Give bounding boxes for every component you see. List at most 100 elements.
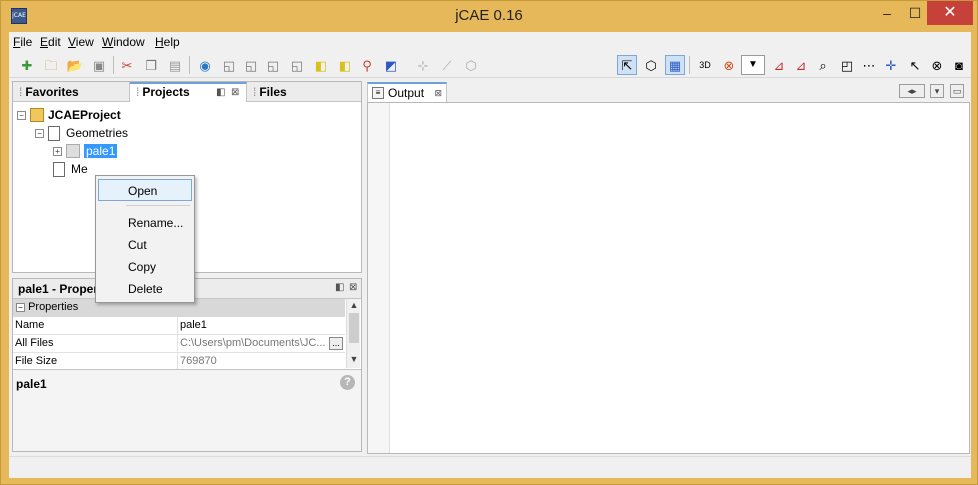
menu-view[interactable]: View — [68, 35, 94, 49]
output-icon: ≡ — [372, 87, 384, 99]
menu-file[interactable]: File — [13, 35, 32, 49]
cut-icon[interactable]: ✂ — [117, 55, 137, 75]
camera-icon[interactable]: ◙ — [949, 55, 969, 75]
menu-item-delete[interactable]: Delete — [98, 277, 192, 299]
cancel-icon[interactable]: ⊗ — [927, 55, 947, 75]
tree-node-project[interactable]: − JCAEProject — [17, 106, 121, 124]
boolean-icon[interactable]: ⚲ — [357, 55, 377, 75]
menu-item-cut[interactable]: Cut — [98, 233, 192, 255]
output-area[interactable] — [367, 102, 970, 454]
properties-scrollbar[interactable]: ▲ ▼ — [346, 299, 360, 368]
column-divider — [177, 317, 178, 335]
help-icon[interactable]: ? — [340, 375, 355, 390]
maximize-panel-icon[interactable]: ▭ — [950, 84, 964, 98]
minimize-button[interactable]: – — [873, 1, 901, 25]
context-menu: Open Rename... Cut Copy Delete — [95, 175, 195, 303]
toolbar-separator — [689, 56, 690, 74]
geometry-icon[interactable]: ◉ — [195, 55, 215, 75]
tab-files[interactable]: ⁞ Files — [247, 82, 361, 102]
axis-y-icon[interactable]: ⊿ — [791, 55, 811, 75]
scroll-tabs-icon[interactable]: ◂▸ — [899, 84, 925, 98]
new-project-icon[interactable]: 🗀 — [41, 55, 61, 75]
expand-icon[interactable]: + — [53, 146, 62, 156]
property-row-name[interactable]: Name pale1 — [13, 317, 345, 335]
menu-item-rename[interactable]: Rename... — [98, 211, 192, 233]
tab-output[interactable]: ≡ Output ⊠ — [367, 82, 447, 102]
properties-panel: pale1 - Properties ◧ ⊠ − Properties Name… — [12, 278, 362, 452]
minimize-panel-icon[interactable]: ◧ — [335, 282, 344, 293]
app-window: jCAE jCAE 0.16 – ☐ ✕ File Edit View Wind… — [0, 0, 978, 485]
main-toolbar: ✚ 🗀 📂 ▣ ✂ ❐ ▤ ◉ ◱ ◱ ◱ ◱ ◧ ◧ ⚲ ◩ ⊹ ⟋ ⬡ ⇱ … — [9, 52, 971, 78]
collapse-icon[interactable]: − — [17, 110, 26, 120]
property-value: C:\Users\pm\Documents\JC... — [180, 337, 326, 349]
point-icon[interactable]: ⊹ — [413, 55, 433, 75]
solid-icon[interactable]: ◧ — [335, 55, 355, 75]
mesh-view-icon[interactable]: ▦ — [665, 55, 685, 75]
property-value[interactable]: pale1 — [180, 319, 330, 331]
fit-icon[interactable]: ⋯ — [859, 55, 879, 75]
property-description: pale1 ? — [13, 369, 361, 451]
maximize-button[interactable]: ☐ — [901, 1, 929, 25]
close-tab-icon[interactable]: ⊠ — [434, 88, 442, 99]
menu-item-open[interactable]: Open — [98, 179, 192, 201]
project-folder-icon — [30, 108, 44, 122]
torus-icon[interactable]: ◧ — [311, 55, 331, 75]
window-title: jCAE 0.16 — [455, 7, 523, 24]
folder-doc-icon — [53, 161, 65, 177]
cube-icon[interactable]: ◰ — [837, 55, 857, 75]
paste-icon[interactable]: ▤ — [165, 55, 185, 75]
status-bar — [9, 456, 971, 478]
title-bar[interactable]: jCAE jCAE 0.16 – ☐ ✕ — [1, 1, 977, 31]
client-area: File Edit View Window Help ✚ 🗀 📂 ▣ ✂ ❐ ▤… — [9, 32, 971, 478]
tree-node-meshes[interactable]: Me — [53, 160, 88, 178]
projects-tabbar: ⁞ Favorites ⁞ Projects ◧ ⊠ ⁞ Files — [13, 82, 361, 102]
line-icon[interactable]: ⟋ — [437, 55, 457, 75]
pointer-icon[interactable]: ↖ — [905, 55, 925, 75]
tab-favorites[interactable]: ⁞ Favorites — [13, 82, 130, 102]
select-face-icon[interactable]: ⬡ — [641, 55, 661, 75]
scroll-up-icon[interactable]: ▲ — [347, 300, 361, 312]
open-project-icon[interactable]: 📂 — [65, 55, 85, 75]
tree-node-geometries[interactable]: − Geometries — [35, 124, 128, 142]
property-row-all-files[interactable]: All Files C:\Users\pm\Documents\JC... ..… — [13, 335, 345, 353]
tab-projects[interactable]: ⁞ Projects ◧ ⊠ — [130, 82, 247, 102]
close-panel-icon[interactable]: ⊠ — [349, 282, 357, 293]
collapse-icon[interactable]: − — [35, 128, 44, 138]
scroll-down-icon[interactable]: ▼ — [347, 354, 361, 366]
menu-separator — [126, 205, 190, 206]
close-tab-icon[interactable]: ⊠ — [231, 87, 239, 98]
new-file-icon[interactable]: ✚ — [17, 55, 37, 75]
cylinder-icon[interactable]: ◱ — [241, 55, 261, 75]
scroll-thumb[interactable] — [349, 313, 359, 343]
zoom-icon[interactable]: ⌕ — [813, 55, 833, 75]
face-icon[interactable]: ⬡ — [461, 55, 481, 75]
menu-edit[interactable]: Edit — [40, 35, 61, 49]
minimize-panel-icon[interactable]: ◧ — [216, 87, 225, 98]
output-panel: ≡ Output ⊠ ◂▸ ▾ ▭ — [367, 82, 971, 454]
menu-window[interactable]: Window — [102, 35, 145, 49]
view-combo[interactable]: ▼ — [741, 55, 765, 75]
toolbar-separator — [189, 56, 190, 74]
select-icon[interactable]: ⇱ — [617, 55, 637, 75]
menu-help[interactable]: Help — [155, 35, 180, 49]
collapse-icon[interactable]: − — [16, 303, 25, 312]
pick-icon[interactable]: ✛ — [881, 55, 901, 75]
output-gutter — [368, 103, 390, 453]
box-icon[interactable]: ◱ — [219, 55, 239, 75]
tree-node-pale1[interactable]: + pale1 — [53, 142, 118, 160]
toolbar-separator — [113, 56, 114, 74]
copy-icon[interactable]: ❐ — [141, 55, 161, 75]
tab-list-icon[interactable]: ▾ — [930, 84, 944, 98]
ruler-icon[interactable]: ◩ — [381, 55, 401, 75]
sphere-icon[interactable]: ◱ — [287, 55, 307, 75]
cone-icon[interactable]: ◱ — [263, 55, 283, 75]
menu-bar: File Edit View Window Help — [9, 32, 971, 52]
axis-x-icon[interactable]: ⊿ — [769, 55, 789, 75]
folder-doc-icon — [48, 125, 60, 141]
browse-button[interactable]: ... — [329, 337, 343, 350]
stop-icon[interactable]: ⊗ — [719, 55, 739, 75]
save-all-icon[interactable]: ▣ — [89, 55, 109, 75]
view-3d-icon[interactable]: 3D — [695, 55, 715, 75]
menu-item-copy[interactable]: Copy — [98, 255, 192, 277]
close-window-button[interactable]: ✕ — [927, 1, 973, 25]
